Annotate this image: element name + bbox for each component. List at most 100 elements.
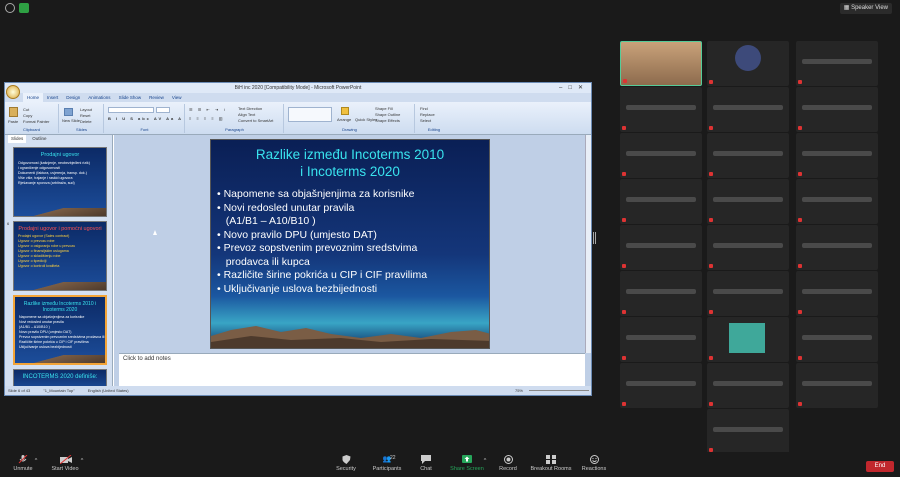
quick-styles-button[interactable]: Quick Styles	[355, 117, 377, 122]
shape-fill-button[interactable]: Shape Fill	[375, 106, 393, 111]
participant-tile[interactable]	[707, 225, 789, 270]
participant-tile[interactable]	[796, 179, 878, 224]
delete-button[interactable]: Delete	[80, 119, 92, 124]
breakout-rooms-button[interactable]: Breakout Rooms	[528, 455, 574, 472]
participant-tile[interactable]	[620, 225, 702, 270]
tab-home[interactable]: Home	[23, 93, 44, 102]
window-controls[interactable]: –□✕	[559, 83, 589, 93]
participant-tile[interactable]	[707, 317, 789, 362]
info-icon[interactable]	[5, 3, 15, 13]
tab-view[interactable]: View	[168, 93, 186, 102]
font-name-combo[interactable]	[108, 107, 154, 113]
participant-tile[interactable]	[620, 271, 702, 316]
participant-tile[interactable]	[796, 87, 878, 132]
participant-tile[interactable]	[707, 409, 789, 454]
new-slide-button[interactable]: New Slide	[62, 118, 80, 123]
notes-pane[interactable]: Click to add notes	[119, 353, 585, 387]
align-buttons[interactable]: ≡ ≡ ≡ ≡ ▥	[189, 116, 225, 121]
arrange-button[interactable]: Arrange	[337, 117, 351, 122]
participant-tile[interactable]	[620, 363, 702, 408]
reactions-button[interactable]: Reactions	[580, 455, 608, 472]
mic-muted-icon	[623, 79, 627, 83]
format-painter-button[interactable]: Format Painter	[23, 119, 49, 124]
tab-review[interactable]: Review	[145, 93, 168, 102]
participants-button[interactable]: 👥 22 Participants	[370, 455, 404, 472]
chat-button[interactable]: Chat	[416, 455, 436, 472]
participant-tile[interactable]	[796, 41, 878, 86]
participant-tile[interactable]	[707, 363, 789, 408]
participant-name	[626, 289, 696, 294]
unmute-options-caret[interactable]: ^	[32, 458, 40, 464]
clipboard-label: Clipboard	[22, 127, 41, 132]
mic-muted-icon	[622, 402, 626, 406]
security-button[interactable]: Security	[332, 455, 360, 472]
participant-tile[interactable]	[707, 179, 789, 224]
bullet-mark: •	[217, 269, 224, 281]
tab-insert[interactable]: Insert	[43, 93, 62, 102]
shapes-gallery[interactable]	[288, 107, 332, 122]
end-meeting-button[interactable]: End	[866, 461, 894, 472]
font-format-buttons[interactable]: B I U S abc AV Aa A	[108, 116, 183, 121]
participant-tile[interactable]	[796, 271, 878, 316]
mic-muted-icon	[709, 80, 713, 84]
find-button[interactable]: Find	[420, 106, 428, 111]
avatar	[735, 45, 761, 71]
speaker-view-button[interactable]: ▦ Speaker View	[839, 3, 892, 14]
participant-tile[interactable]	[796, 317, 878, 362]
new-slide-icon[interactable]	[64, 108, 73, 116]
vertical-scrollbar[interactable]	[585, 135, 591, 353]
select-button[interactable]: Select	[420, 118, 431, 123]
record-button[interactable]: Record	[496, 455, 520, 472]
shape-outline-button[interactable]: Shape Outline	[375, 112, 400, 117]
share-options-caret[interactable]: ^	[481, 458, 489, 464]
participant-name	[802, 151, 872, 156]
share-screen-button[interactable]: Share Screen	[450, 455, 484, 472]
participant-tile[interactable]	[620, 317, 702, 362]
participant-tile[interactable]	[707, 271, 789, 316]
list-buttons[interactable]: ☰ ☰ ⇤ ⇥ ↕	[189, 107, 227, 112]
shield-icon[interactable]	[19, 3, 29, 13]
bullet-text: Novi redosled unutar pravila	[223, 201, 355, 214]
office-button[interactable]	[6, 85, 20, 99]
font-size-combo[interactable]	[156, 107, 170, 113]
participant-tile[interactable]	[796, 225, 878, 270]
tab-animations[interactable]: Animations	[84, 93, 114, 102]
current-slide[interactable]: Razlike između Incoterms 2010 i Incoterm…	[210, 139, 490, 349]
zoom-slider[interactable]	[529, 390, 589, 395]
participant-tile[interactable]	[620, 133, 702, 178]
participant-tile[interactable]	[796, 133, 878, 178]
layout-button[interactable]: Layout	[80, 107, 92, 112]
participant-tile[interactable]	[620, 179, 702, 224]
mic-muted-icon	[709, 356, 713, 360]
participant-tile[interactable]	[707, 87, 789, 132]
thumb-title: INCOTERMS 2020 definiše:	[22, 374, 98, 380]
tab-slides[interactable]: Slides	[8, 135, 27, 143]
cut-button[interactable]: Cut	[23, 107, 29, 112]
participant-tile[interactable]	[796, 363, 878, 408]
tab-outline[interactable]: Outline	[32, 135, 46, 143]
copy-button[interactable]: Copy	[23, 113, 32, 118]
participants-label: Participants	[372, 466, 402, 472]
participant-name	[802, 197, 872, 202]
shape-effects-button[interactable]: Shape Effects	[375, 118, 400, 123]
slide-thumbnail-selected[interactable]: Razlike između Incoterms 2010 i Incoterm…	[13, 295, 107, 365]
convert-smartart-button[interactable]: Convert to SmartArt	[238, 118, 273, 123]
tab-design[interactable]: Design	[62, 93, 84, 102]
paste-icon[interactable]	[9, 107, 18, 117]
video-options-caret[interactable]: ^	[78, 458, 86, 464]
paste-button[interactable]: Paste	[8, 119, 18, 124]
slide-thumbnail[interactable]: Prodajni ugovor i pomoćni ugovori Prodaj…	[13, 221, 107, 291]
align-text-button[interactable]: Align Text	[238, 112, 255, 117]
split-handle[interactable]	[593, 232, 596, 244]
participant-tile[interactable]	[620, 87, 702, 132]
reset-button[interactable]: Reset	[80, 113, 90, 118]
participant-tile[interactable]	[707, 133, 789, 178]
slide-thumbnail[interactable]: Prodajni ugovor Odgovornost (kašnjenje, …	[13, 147, 107, 217]
replace-button[interactable]: Replace	[420, 112, 435, 117]
arrange-icon[interactable]	[341, 107, 349, 115]
participant-tile[interactable]	[620, 41, 702, 86]
participant-tile[interactable]	[707, 41, 789, 86]
tab-slide-show[interactable]: Slide Show	[115, 93, 146, 102]
text-direction-button[interactable]: Text Direction	[238, 106, 262, 111]
start-video-button[interactable]: Start Video	[48, 454, 82, 472]
